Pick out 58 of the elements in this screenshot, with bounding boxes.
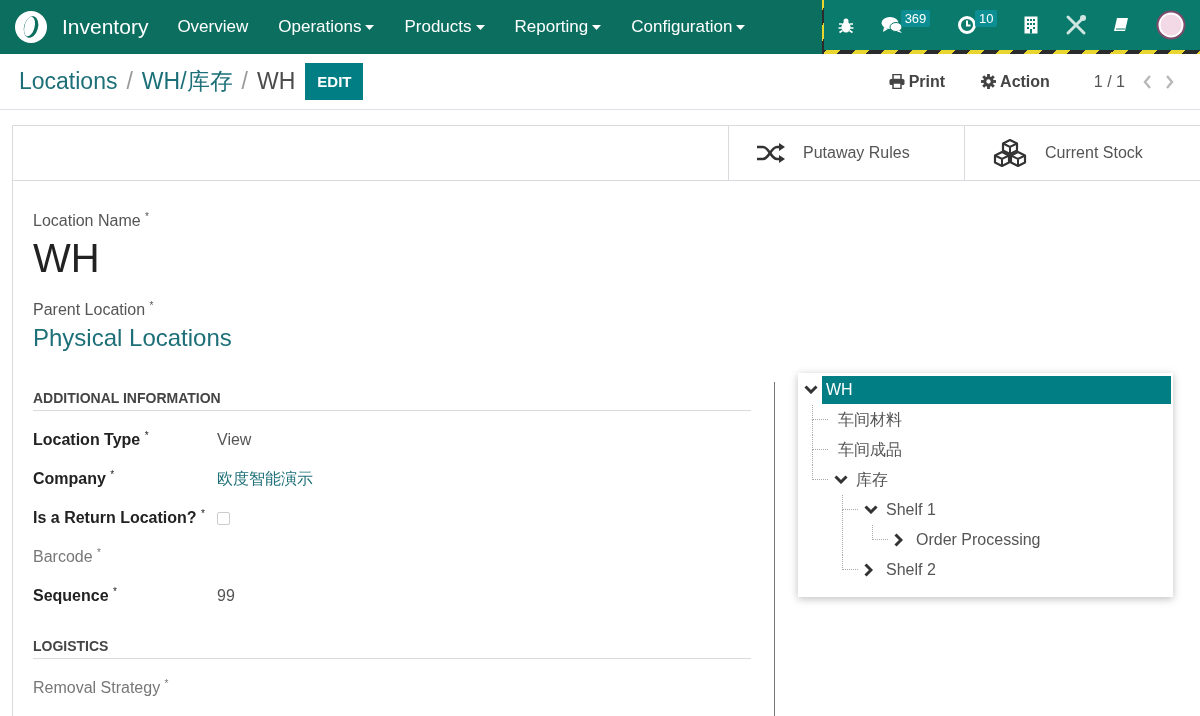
tree-node[interactable]: WH [822,375,1171,404]
count-badge: 10 [974,9,998,27]
breadcrumb-link[interactable]: Locations [19,68,118,95]
gear-action-button[interactable]: Action [975,71,1056,92]
field-label: Parent Location $^{*}$ [33,300,155,320]
chat-icon[interactable] [880,16,903,34]
tree-node[interactable]: Shelf 1 [882,495,1171,524]
bug-icon[interactable] [838,16,854,34]
count-badge: 369 [900,9,931,27]
tree-node[interactable]: 库存 [852,465,1171,494]
print-action-button[interactable]: Print [882,71,952,92]
field-value: 99 [217,587,235,606]
app-name[interactable]: Inventory [62,15,149,39]
field-label: Removal Strategy $^{*}$ [33,678,170,698]
chevron-right-icon[interactable] [894,532,903,547]
chevron-down-icon[interactable] [834,475,848,485]
print-icon [888,74,905,89]
field-label: Location Name $^{*}$ [33,211,150,231]
section-heading: ADDITIONAL INFORMATION [33,367,751,411]
field-label: Sequence $^{*}$ [33,586,118,606]
menu-item[interactable]: Operations [263,17,390,37]
menu-item[interactable]: Products [389,17,500,37]
field-label: Location Type $^{*}$ [33,430,150,450]
field-link[interactable]: 欧度智能演示 [217,468,313,490]
edit-button[interactable]: EDIT [305,63,364,100]
tree-node[interactable]: 车间成品 [834,435,1171,464]
breadcrumb-link[interactable]: WH/库存 [141,66,233,97]
tree-node[interactable]: Order Processing [912,525,1171,554]
chevron-down-icon[interactable] [864,505,878,515]
location-name-value: WH [33,235,101,283]
menu-item[interactable]: Overview [162,17,264,37]
menu-item[interactable]: Reporting [499,17,617,37]
clock-icon[interactable] [956,15,977,35]
field-label: Barcode $^{*}$ [33,547,102,567]
breadcrumb-current: WH [256,68,296,95]
breadcrumb-separator: / [126,68,133,95]
menu-item[interactable]: Configuration [616,17,761,37]
building-icon[interactable] [1024,16,1039,34]
book-icon[interactable] [1113,17,1130,33]
gear-icon [981,74,997,89]
tree-node[interactable]: Shelf 2 [882,555,1171,584]
field-label: Company $^{*}$ [33,469,116,489]
cubes-icon [993,139,1027,167]
field-label: Is a Return Location? $^{*}$ [33,508,206,528]
tree-connector-line [872,524,888,540]
parent-location-link[interactable]: Physical Locations [33,323,1200,352]
avatar-icon[interactable] [1155,10,1186,40]
field-value: View [217,431,252,450]
checkbox[interactable] [217,511,230,525]
tree-node[interactable]: 车间材料 [834,405,1171,434]
section-heading: LOGISTICS [33,615,751,659]
pager-value: 1 / 1 [1093,72,1125,91]
chevron-down-icon[interactable] [804,385,818,395]
breadcrumb-separator: / [241,68,248,95]
tools-icon[interactable] [1064,14,1087,36]
app-logo[interactable] [14,10,48,44]
shuffle-icon [757,142,785,164]
chevron-right-icon[interactable] [864,562,873,577]
